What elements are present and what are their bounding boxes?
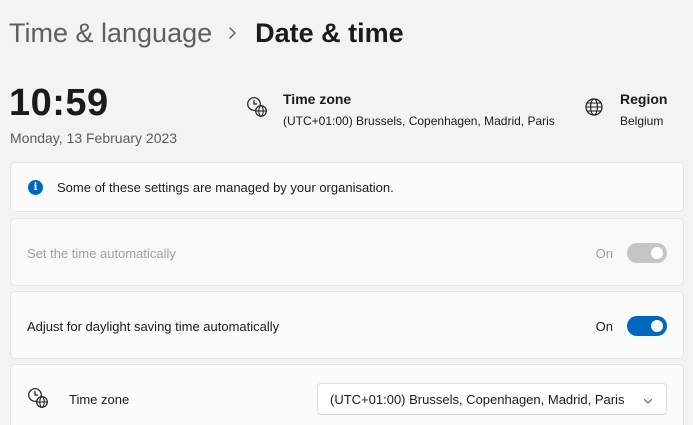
toggle-knob xyxy=(651,247,663,259)
daylight-saving-label: Adjust for daylight saving time automati… xyxy=(27,319,280,334)
daylight-saving-state: On xyxy=(595,319,613,334)
chevron-down-icon xyxy=(642,394,654,406)
managed-by-organisation-banner: i Some of these settings are managed by … xyxy=(10,162,684,212)
set-time-automatically-row: Set the time automatically On xyxy=(10,218,684,286)
info-banner-text: Some of these settings are managed by yo… xyxy=(57,180,394,195)
daylight-saving-row: Adjust for daylight saving time automati… xyxy=(10,291,684,359)
time-zone-label: Time zone xyxy=(69,392,130,407)
time-zone-row: Time zone (UTC+01:00) Brussels, Copenhag… xyxy=(10,364,684,425)
set-time-automatically-toggle xyxy=(627,243,667,263)
region-summary: Region Belgium xyxy=(584,91,667,128)
set-time-automatically-label: Set the time automatically xyxy=(27,246,176,261)
current-time: 10:59 xyxy=(9,82,109,124)
time-zone-summary-value: (UTC+01:00) Brussels, Copenhagen, Madrid… xyxy=(283,114,555,128)
time-zone-summary: Time zone (UTC+01:00) Brussels, Copenhag… xyxy=(246,91,555,128)
breadcrumb: Time & language Date & time xyxy=(9,14,404,52)
set-time-automatically-state: On xyxy=(595,246,613,261)
breadcrumb-time-language[interactable]: Time & language xyxy=(9,18,212,49)
region-summary-title: Region xyxy=(620,91,668,107)
globe-icon xyxy=(584,97,604,117)
time-zone-dropdown[interactable]: (UTC+01:00) Brussels, Copenhagen, Madrid… xyxy=(317,383,667,415)
toggle-knob xyxy=(651,320,663,332)
date-time-settings-page: Time & language Date & time 10:59 Monday… xyxy=(0,0,693,425)
current-date: Monday, 13 February 2023 xyxy=(10,130,178,146)
daylight-saving-toggle[interactable] xyxy=(627,316,667,336)
clock-globe-icon xyxy=(27,387,49,409)
info-icon: i xyxy=(28,180,43,195)
region-summary-value: Belgium xyxy=(620,114,664,128)
time-zone-summary-title: Time zone xyxy=(283,91,352,107)
clock-globe-icon xyxy=(246,96,268,118)
time-zone-dropdown-value: (UTC+01:00) Brussels, Copenhagen, Madrid… xyxy=(330,392,625,407)
chevron-right-icon xyxy=(221,14,243,52)
page-title: Date & time xyxy=(255,17,404,48)
